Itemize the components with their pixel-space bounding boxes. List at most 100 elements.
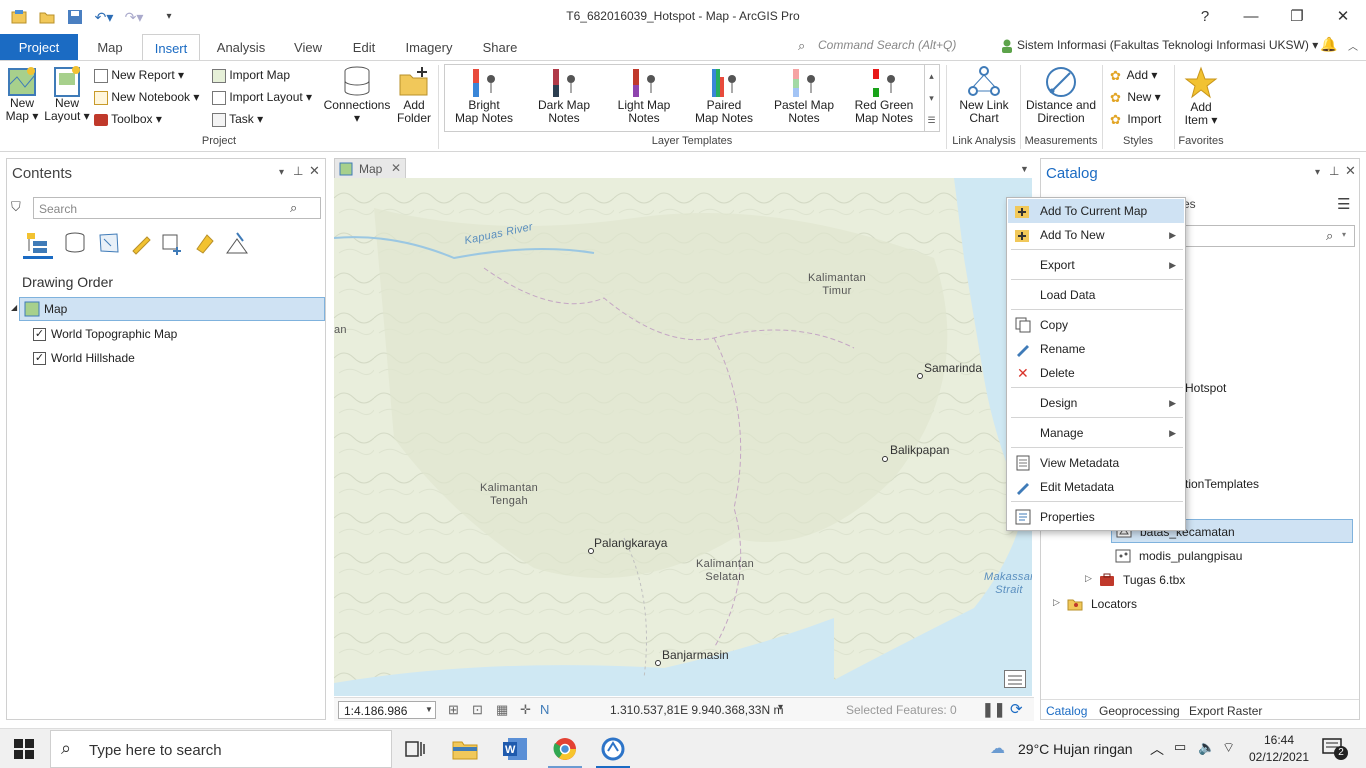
menu-add-to-current-map[interactable]: Add To Current Map: [1008, 199, 1184, 223]
tree-item-toolbox[interactable]: ▷ Tugas 6.tbx: [1085, 569, 1335, 591]
snapping-icon[interactable]: ✛: [520, 702, 531, 718]
zoom-extent-icon[interactable]: ⊡: [472, 702, 483, 718]
clock-time[interactable]: 16:44: [1248, 733, 1310, 747]
pause-drawing-icon[interactable]: ❚❚: [982, 701, 1005, 718]
coordinate-format-dropdown[interactable]: ▾: [778, 702, 783, 713]
template-red-green-map-notes[interactable]: Red Green Map Notes: [848, 67, 920, 125]
add-item-button[interactable]: Add Item ▾: [1178, 65, 1224, 127]
map-tree-row[interactable]: ◢ Map: [11, 297, 325, 321]
menu-rename[interactable]: Rename: [1008, 337, 1184, 361]
expand-icon[interactable]: ▷: [1053, 597, 1060, 608]
tab-catalog[interactable]: Catalog: [1046, 704, 1087, 718]
notification-bell-icon[interactable]: 🔔: [1320, 36, 1337, 53]
signed-in-user[interactable]: Sistem Informasi (Fakultas Teknologi Inf…: [1017, 38, 1318, 52]
task-button[interactable]: Task ▾: [212, 109, 263, 129]
collapse-icon[interactable]: ◢: [11, 303, 17, 312]
weather-icon[interactable]: ☁: [990, 739, 1005, 757]
list-by-drawing-order-icon[interactable]: [23, 229, 53, 259]
template-paired-map-notes[interactable]: Paired Map Notes: [688, 67, 760, 125]
template-dark-map-notes[interactable]: Dark Map Notes: [528, 67, 600, 125]
close-pane-icon[interactable]: ✕: [309, 163, 320, 179]
pane-options-icon[interactable]: ▾: [1315, 167, 1320, 178]
list-by-perspective-icon[interactable]: [225, 231, 249, 258]
contents-search-input[interactable]: Search ⌕: [33, 197, 321, 219]
connections-button[interactable]: Connections ▾: [322, 65, 392, 125]
tab-share[interactable]: Share: [472, 34, 528, 61]
menu-design[interactable]: Design ▶: [1008, 391, 1184, 415]
new-notebook-button[interactable]: New Notebook ▾: [94, 87, 199, 107]
new-layout-button[interactable]: New Layout ▾: [44, 65, 90, 123]
expand-icon[interactable]: ▷: [1085, 573, 1092, 584]
weather-text[interactable]: 29°C Hujan ringan: [1018, 741, 1133, 757]
distance-direction-button[interactable]: Distance and Direction: [1024, 65, 1098, 125]
tree-item-partial[interactable]: tionTemplates: [1185, 477, 1259, 491]
toolbox-button[interactable]: Toolbox ▾: [94, 109, 162, 129]
catalog-search-input[interactable]: ⌕ ▾: [1181, 225, 1355, 247]
tab-export-raster[interactable]: Export Raster: [1189, 704, 1262, 718]
tree-item-modis[interactable]: modis_pulangpisau: [1111, 545, 1353, 567]
hamburger-menu-icon[interactable]: ☰: [1337, 195, 1350, 213]
network-icon[interactable]: ⌔: [1222, 739, 1235, 757]
tab-imagery[interactable]: Imagery: [396, 34, 462, 61]
tab-map[interactable]: Map: [82, 34, 138, 61]
close-pane-icon[interactable]: ✕: [1345, 163, 1356, 179]
menu-copy[interactable]: Copy: [1008, 313, 1184, 337]
collapse-ribbon-icon[interactable]: ︿: [1348, 38, 1358, 53]
taskbar-search-box[interactable]: ⌕ Type here to search: [50, 730, 392, 768]
list-by-labeling-icon[interactable]: [193, 231, 217, 258]
tab-view[interactable]: View: [282, 34, 334, 61]
tab-project[interactable]: Project: [0, 34, 78, 61]
menu-properties[interactable]: Properties: [1008, 505, 1184, 529]
menu-export[interactable]: Export ▶: [1008, 253, 1184, 277]
menu-add-to-new[interactable]: Add To New ▶: [1008, 223, 1184, 247]
new-report-button[interactable]: New Report ▾: [94, 65, 184, 85]
layer-visibility-checkbox[interactable]: ✓: [33, 328, 46, 341]
windows-start-icon[interactable]: [14, 739, 34, 762]
list-by-source-icon[interactable]: [63, 231, 87, 258]
menu-manage[interactable]: Manage ▶: [1008, 421, 1184, 445]
restore-button[interactable]: ❐: [1282, 6, 1312, 28]
map-canvas[interactable]: Kapuas River Kalimantan Timur Kalimantan…: [334, 178, 1032, 696]
import-layout-button[interactable]: Import Layout ▾: [212, 87, 312, 107]
style-add-button[interactable]: ✿ Add ▾: [1110, 65, 1157, 85]
refresh-icon[interactable]: ⟳: [1010, 700, 1023, 718]
add-folder-button[interactable]: Add Folder: [394, 65, 434, 125]
fixed-zoom-icon[interactable]: ⊞: [448, 702, 459, 718]
template-pastel-map-notes[interactable]: Pastel Map Notes: [768, 67, 840, 125]
map-navigator-icon[interactable]: [1004, 670, 1026, 688]
close-tab-icon[interactable]: ✕: [391, 161, 401, 175]
close-button[interactable]: ✕: [1328, 6, 1358, 28]
new-map-button[interactable]: New Map ▾: [4, 65, 40, 123]
menu-delete[interactable]: ✕ Delete: [1008, 361, 1184, 385]
tab-map-view[interactable]: Map ✕: [334, 158, 406, 179]
pin-icon[interactable]: ⊥: [293, 164, 303, 178]
style-new-button[interactable]: ✿ New ▾: [1110, 87, 1161, 107]
grid-icon[interactable]: ▦: [496, 702, 508, 718]
list-by-editing-icon[interactable]: [129, 231, 153, 258]
menu-view-metadata[interactable]: View Metadata: [1008, 451, 1184, 475]
volume-icon[interactable]: 🔈: [1198, 739, 1215, 756]
style-import-button[interactable]: ✿ Import: [1110, 109, 1161, 129]
tree-item-locators[interactable]: ▷ Locators: [1053, 593, 1303, 615]
tab-insert[interactable]: Insert: [142, 34, 200, 61]
arcgis-pro-icon[interactable]: [600, 737, 626, 764]
word-icon[interactable]: W: [502, 737, 528, 764]
filter-icon[interactable]: ⛉: [11, 199, 21, 215]
scale-dropdown[interactable]: 1:4.186.986 ▼: [338, 701, 436, 719]
chrome-icon[interactable]: [552, 737, 578, 764]
view-options-icon[interactable]: ▼: [1020, 164, 1029, 174]
layer-visibility-checkbox[interactable]: ✓: [33, 352, 46, 365]
north-arrow-icon[interactable]: N: [540, 702, 549, 717]
tray-chevron-icon[interactable]: ︿: [1150, 739, 1164, 759]
task-view-icon[interactable]: [404, 738, 426, 763]
tab-analysis[interactable]: Analysis: [208, 34, 274, 61]
tab-edit[interactable]: Edit: [342, 34, 386, 61]
list-by-snapping-icon[interactable]: [161, 231, 185, 258]
menu-load-data[interactable]: Load Data: [1008, 283, 1184, 307]
list-by-selection-icon[interactable]: [97, 231, 121, 258]
tab-geoprocessing[interactable]: Geoprocessing: [1099, 704, 1180, 718]
minimize-button[interactable]: —: [1236, 6, 1266, 28]
gallery-scroll[interactable]: ▴ ▾ ☰: [924, 65, 938, 131]
pin-icon[interactable]: ⊥: [1329, 164, 1339, 178]
file-explorer-icon[interactable]: [452, 737, 478, 764]
